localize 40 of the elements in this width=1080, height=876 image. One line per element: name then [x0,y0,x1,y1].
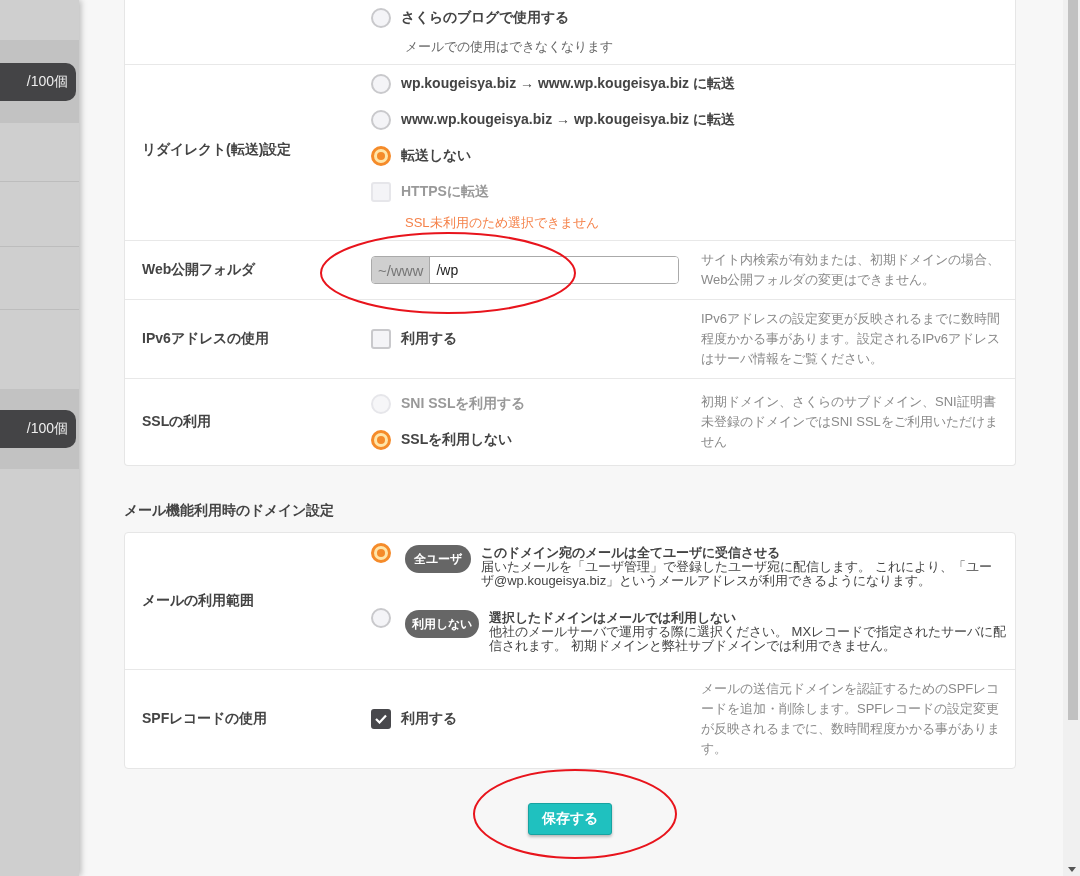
section-title: メール機能利用時のドメイン設定 [124,502,335,520]
scrollbar-thumb[interactable] [1068,0,1078,720]
radio-button[interactable] [371,74,391,94]
radio-button[interactable] [371,110,391,130]
radio-button[interactable] [371,608,391,628]
option-label[interactable]: www.wp.kougeisya.biz → wp.kougeisya.biz に転送 [401,111,735,129]
radio-button[interactable] [371,146,391,166]
option-label[interactable]: 利用する [401,710,457,728]
setting-label: Web公開フォルダ [142,261,256,279]
warning-text: SSL未利用のため選択できません [405,214,599,232]
option-title: 選択したドメインはメールでは利用しない [489,611,737,625]
option-title: このドメイン宛のメールは全てユーザに受信させる [481,546,781,560]
help-text: メールの送信元ドメインを認証するためのSPFレコードを追加・削除します。SPFレコードの設定変更が反映されるまでに、数時間程度かかる事があります。 [701,680,1001,758]
help-text: IPv6アドレスの設定変更が反映されるまでに数時間程度かかる事があります。設定されるIPv6アドレスはサーバ情報をご覧ください。 [701,310,1001,368]
setting-label: SSLの利用 [142,413,212,431]
checkbox[interactable] [371,709,391,729]
option-label[interactable]: 転送しない [401,147,471,165]
help-text: サイト内検索が有効または、初期ドメインの場合、Web公開フォルダの変更はできません。 [701,251,1001,289]
option-label[interactable]: SSLを利用しない [401,431,513,449]
radio-button[interactable] [371,543,391,563]
option-label[interactable]: wp.kougeisya.biz → www.wp.kougeisya.biz に転送 [401,75,735,93]
setting-label: IPv6アドレスの使用 [142,330,269,348]
setting-label: メールの利用範囲 [142,592,254,610]
option-description: 他社のメールサーバで運用する際に選択ください。 MXレコードで指定されたサーバに配信されます。 初期ドメインと弊社サブドメインでは利用できません。 [489,625,1007,653]
counter-badge: /100個 [0,62,76,101]
option-label[interactable]: 利用する [401,330,457,348]
option-note: メールでの使用はできなくなります [405,38,613,56]
option-badge: 利用しない [405,610,479,638]
setting-label: SPFレコードの使用 [142,710,268,728]
folder-input-field[interactable]: ~/www /wp [371,256,679,284]
setting-label: リダイレクト(転送)設定 [142,140,292,159]
checkmark-icon [375,714,387,724]
scroll-down-arrow-icon[interactable] [1067,867,1076,872]
counter-badge: /100個 [0,410,76,448]
radio-button[interactable] [371,8,391,28]
option-description: 届いたメールを「ユーザ管理」で登録したユーザ宛に配信します。 これにより、「ユーザ@wp.kougeisya.biz」というメールアドレスが利用できるようになります。 [481,560,993,588]
option-label[interactable]: さくらのブログで使用する [401,9,569,27]
radio-button[interactable] [371,430,391,450]
option-badge: 全ユーザ [405,545,471,573]
help-text: 初期ドメイン、さくらのサブドメイン、SNI証明書未登録のドメインではSNI SSLをご利用いただけません [701,393,999,451]
